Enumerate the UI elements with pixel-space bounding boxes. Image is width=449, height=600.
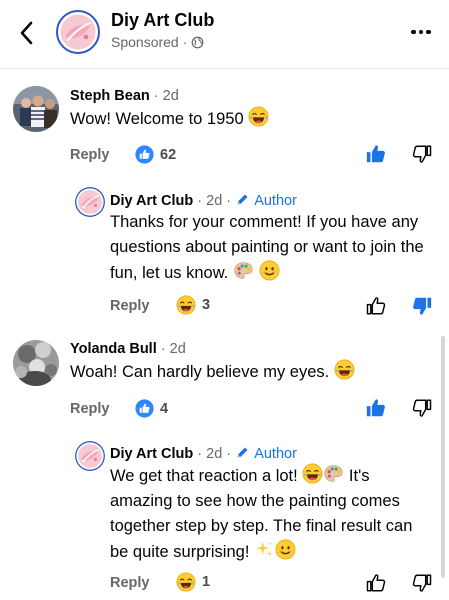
post-header: Diy Art Club Sponsored · bbox=[0, 0, 449, 69]
page-avatar[interactable] bbox=[75, 187, 105, 217]
like-reaction-icon bbox=[135, 399, 154, 418]
page-avatar[interactable] bbox=[75, 441, 105, 471]
like-reaction-icon bbox=[135, 145, 154, 164]
reply-button[interactable]: Reply bbox=[70, 147, 110, 163]
palette-emoji-icon bbox=[323, 463, 344, 484]
thumb-up-icon[interactable] bbox=[365, 295, 387, 317]
smiling-emoji-icon bbox=[275, 539, 296, 560]
pencil-icon bbox=[235, 445, 250, 460]
comment-body: Woah! Can hardly believe my eyes. bbox=[70, 363, 330, 381]
thumb-down-icon[interactable] bbox=[411, 397, 433, 419]
smiling-emoji-icon bbox=[259, 260, 280, 281]
more-options-button[interactable] bbox=[407, 22, 435, 42]
reaction-count: 3 bbox=[202, 297, 211, 313]
comment-author-name[interactable]: Yolanda Bull bbox=[70, 341, 157, 357]
comment-text: Woah! Can hardly believe my eyes. bbox=[70, 359, 410, 385]
comment-author[interactable]: Steph Bean · 2d bbox=[70, 88, 179, 104]
page-name[interactable]: Diy Art Club bbox=[111, 10, 214, 31]
more-horizontal-icon bbox=[411, 29, 431, 35]
pencil-icon bbox=[235, 192, 250, 207]
avatar-yolanda-bull[interactable] bbox=[13, 340, 59, 386]
haha-reaction-icon bbox=[176, 572, 196, 592]
comment-time: · 2d bbox=[153, 88, 179, 104]
reply-time: · 2d · bbox=[197, 446, 232, 462]
comment-author[interactable]: Yolanda Bull · 2d bbox=[70, 341, 186, 357]
page-avatar[interactable] bbox=[56, 10, 100, 54]
reply-button[interactable]: Reply bbox=[70, 401, 110, 417]
avatar-steph-bean[interactable] bbox=[13, 86, 59, 132]
avatar bbox=[13, 340, 59, 386]
thumb-down-icon[interactable] bbox=[411, 572, 433, 594]
thumb-up-icon[interactable] bbox=[365, 143, 387, 165]
author-badge: Author bbox=[254, 446, 297, 462]
reply-author-name[interactable]: Diy Art Club bbox=[110, 193, 193, 209]
reply-time: · 2d · bbox=[197, 193, 232, 209]
sparkles-emoji-icon bbox=[254, 539, 275, 560]
comment-time: · 2d bbox=[160, 341, 186, 357]
reply-author-name[interactable]: Diy Art Club bbox=[110, 446, 193, 462]
reply-author[interactable]: Diy Art Club · 2d · Author bbox=[110, 445, 297, 462]
comment-body: Wow! Welcome to 1950 bbox=[70, 110, 244, 128]
globe-icon bbox=[191, 36, 204, 48]
thumb-up-icon[interactable] bbox=[365, 572, 387, 594]
reaction-summary[interactable]: 4 bbox=[135, 399, 168, 418]
haha-reaction-icon bbox=[176, 295, 196, 315]
reaction-count: 62 bbox=[160, 146, 177, 163]
avatar bbox=[13, 86, 59, 132]
reply-button[interactable]: Reply bbox=[110, 298, 150, 314]
reply-author[interactable]: Diy Art Club · 2d · Author bbox=[110, 192, 297, 209]
author-badge: Author bbox=[254, 193, 297, 209]
reaction-count: 4 bbox=[160, 400, 169, 417]
thumb-down-icon[interactable] bbox=[411, 295, 433, 317]
reply-button[interactable]: Reply bbox=[110, 575, 150, 591]
laughing-emoji-icon bbox=[302, 463, 323, 484]
reaction-summary[interactable]: 1 bbox=[176, 572, 210, 592]
thumb-down-icon[interactable] bbox=[411, 143, 433, 165]
sponsored-label: Sponsored · bbox=[111, 34, 204, 50]
back-button[interactable] bbox=[14, 18, 40, 48]
reply-body-part1: We get that reaction a lot! bbox=[110, 467, 298, 485]
scrollbar[interactable] bbox=[441, 336, 445, 578]
comment-text: Wow! Welcome to 1950 bbox=[70, 106, 410, 132]
laughing-emoji-icon bbox=[334, 359, 355, 380]
comment-author-name[interactable]: Steph Bean bbox=[70, 88, 150, 104]
reply-text: We get that reaction a lot! It's amazing… bbox=[110, 463, 430, 565]
reaction-summary[interactable]: 3 bbox=[176, 295, 210, 315]
reaction-count: 1 bbox=[202, 574, 211, 590]
reaction-summary[interactable]: 62 bbox=[135, 145, 176, 164]
reply-text: Thanks for your comment! If you have any… bbox=[110, 210, 430, 286]
palette-emoji-icon bbox=[233, 260, 254, 281]
sponsored-text: Sponsored · bbox=[111, 34, 188, 50]
chevron-left-icon bbox=[20, 21, 33, 45]
thumb-up-icon[interactable] bbox=[365, 397, 387, 419]
laughing-emoji-icon bbox=[248, 106, 269, 127]
